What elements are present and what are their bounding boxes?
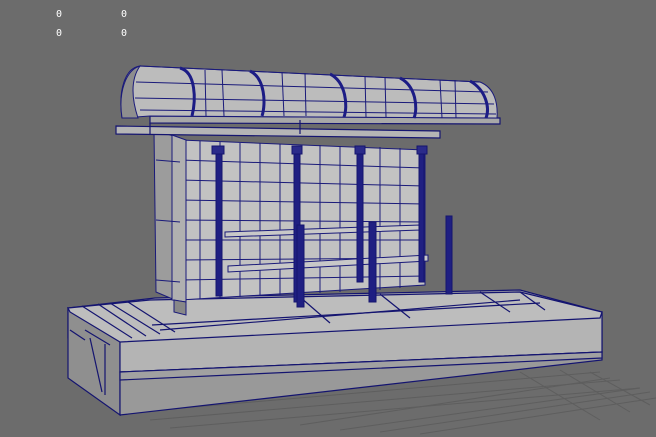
viewport-scene[interactable] (0, 0, 656, 437)
roof-beam[interactable] (115, 115, 501, 139)
modeling-viewport[interactable]: 0 0 0 0 (0, 0, 656, 437)
platform-base[interactable] (67, 289, 603, 417)
curved-canopy[interactable] (120, 65, 498, 119)
side-wall-panel[interactable] (153, 129, 187, 316)
